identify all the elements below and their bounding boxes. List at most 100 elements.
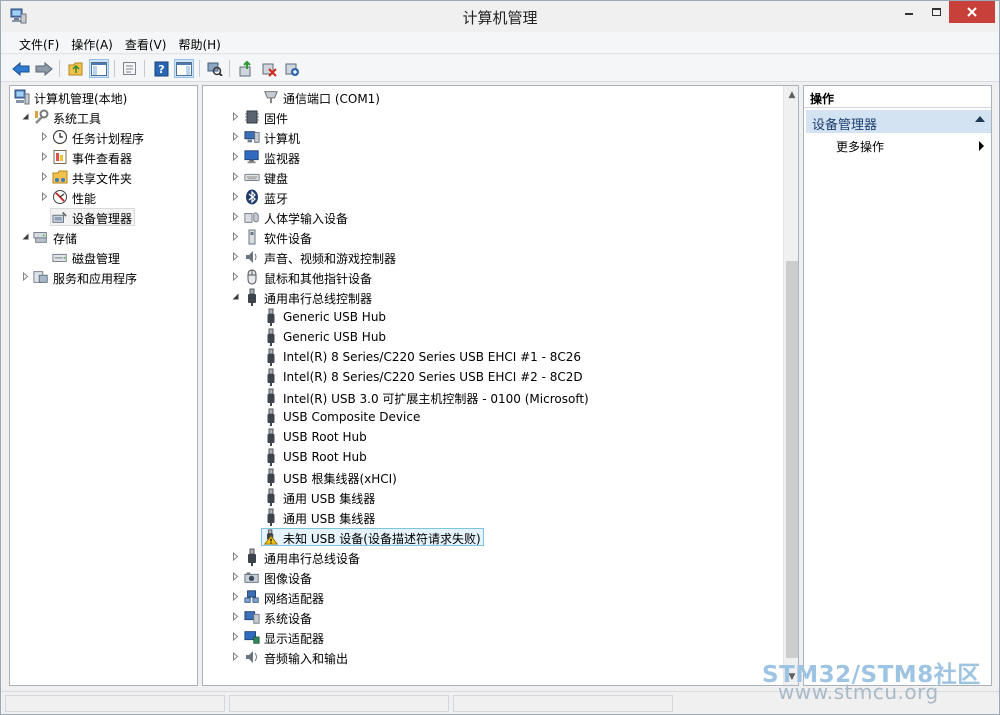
tree-expander[interactable] — [231, 212, 240, 221]
tree-expander[interactable] — [231, 132, 240, 141]
device-item[interactable]: Generic USB Hub — [203, 327, 781, 347]
task-scheduler-icon — [52, 129, 68, 145]
usb-device-icon — [263, 488, 279, 506]
minimize-button[interactable] — [895, 1, 923, 23]
tree-item[interactable]: 共享文件夹 — [10, 167, 197, 187]
expand-arrow-icon — [42, 192, 48, 201]
expand-arrow-icon — [233, 572, 239, 581]
tree-expander[interactable] — [40, 152, 49, 161]
device-item[interactable]: 软件设备 — [203, 227, 781, 247]
device-item[interactable]: 固件 — [203, 107, 781, 127]
status-segment — [453, 695, 673, 712]
device-item[interactable]: 计算机 — [203, 127, 781, 147]
tree-expander[interactable] — [231, 552, 240, 561]
tree-expander[interactable] — [231, 152, 240, 161]
device-item[interactable]: 通信端口 (COM1) — [203, 87, 781, 107]
scan-hardware-button[interactable] — [205, 59, 225, 78]
tree-item[interactable]: 存储 — [10, 227, 197, 247]
tree-item[interactable]: 服务和应用程序 — [10, 267, 197, 287]
up-folder-icon — [68, 62, 83, 76]
device-item[interactable]: Intel(R) 8 Series/C220 Series USB EHCI #… — [203, 367, 781, 387]
tree-expander[interactable] — [40, 132, 49, 141]
tree-item[interactable]: 磁盘管理 — [10, 247, 197, 267]
title-bar[interactable]: 计算机管理 — [1, 1, 999, 32]
tree-item[interactable]: 任务计划程序 — [10, 127, 197, 147]
tree-expander[interactable] — [231, 272, 240, 281]
tree-expander[interactable] — [231, 232, 240, 241]
tree-item-label: 鼠标和其他指针设备 — [264, 272, 373, 286]
tree-expander[interactable] — [40, 192, 49, 201]
device-item[interactable]: 音频输入和输出 — [203, 647, 781, 667]
show-tree-button[interactable] — [89, 59, 109, 78]
tree-expander[interactable] — [40, 172, 49, 181]
device-item[interactable]: USB 根集线器(xHCI) — [203, 467, 781, 487]
action-pane-button[interactable] — [174, 59, 194, 78]
tree-expander[interactable] — [231, 112, 240, 121]
submenu-arrow-icon[interactable] — [979, 141, 984, 151]
tree-expander[interactable] — [231, 292, 240, 301]
device-item[interactable]: Intel(R) USB 3.0 可扩展主机控制器 - 0100 (Micros… — [203, 387, 781, 407]
tree-item-label: 蓝牙 — [264, 192, 289, 206]
device-item[interactable]: 通用 USB 集线器 — [203, 507, 781, 527]
tree-item[interactable]: 性能 — [10, 187, 197, 207]
update-driver-button[interactable] — [236, 59, 256, 78]
menu-help[interactable]: 帮助(H) — [172, 32, 226, 54]
menu-file[interactable]: 文件(F) — [13, 32, 65, 54]
device-item[interactable]: 监视器 — [203, 147, 781, 167]
scrollbar-thumb[interactable] — [786, 261, 798, 658]
disable-device-button[interactable] — [259, 59, 279, 78]
device-item[interactable]: 蓝牙 — [203, 187, 781, 207]
tree-expander[interactable] — [231, 652, 240, 661]
vertical-scrollbar[interactable]: ▲ ▼ — [783, 86, 798, 685]
help-button[interactable]: ? — [151, 59, 171, 78]
device-item[interactable]: 键盘 — [203, 167, 781, 187]
tree-expander[interactable] — [21, 272, 30, 281]
uninstall-device-button[interactable] — [282, 59, 302, 78]
tree-item-label: 显示适配器 — [264, 632, 325, 646]
forward-button[interactable] — [34, 59, 54, 78]
device-item[interactable]: 显示适配器 — [203, 627, 781, 647]
tree-item[interactable]: 计算机管理(本地) — [10, 87, 197, 107]
device-item[interactable]: USB Composite Device — [203, 407, 781, 427]
tree-item[interactable]: 设备管理器 — [10, 207, 197, 227]
device-item[interactable]: 通用串行总线设备 — [203, 547, 781, 567]
device-item[interactable]: 系统设备 — [203, 607, 781, 627]
device-item[interactable]: 未知 USB 设备(设备描述符请求失败) — [203, 527, 781, 547]
device-manager-icon — [52, 209, 68, 225]
tree-expander[interactable] — [231, 612, 240, 621]
device-item[interactable]: 鼠标和其他指针设备 — [203, 267, 781, 287]
back-button[interactable] — [11, 59, 31, 78]
tree-expander[interactable] — [231, 172, 240, 181]
maximize-button[interactable] — [923, 1, 949, 23]
actions-section-device-manager[interactable]: 设备管理器 — [806, 110, 991, 133]
close-button[interactable] — [949, 1, 995, 23]
device-item[interactable]: Generic USB Hub — [203, 307, 781, 327]
tree-item-label: 图像设备 — [264, 572, 313, 586]
device-item[interactable]: 人体学输入设备 — [203, 207, 781, 227]
more-actions-link[interactable]: 更多操作 — [836, 138, 884, 155]
device-item[interactable]: 声音、视频和游戏控制器 — [203, 247, 781, 267]
tree-expander[interactable] — [21, 112, 30, 121]
collapse-caret-icon[interactable] — [975, 116, 985, 122]
menu-view[interactable]: 查看(V) — [119, 32, 173, 54]
device-item[interactable]: 通用 USB 集线器 — [203, 487, 781, 507]
device-item[interactable]: USB Root Hub — [203, 447, 781, 467]
tree-item[interactable]: 事件查看器 — [10, 147, 197, 167]
device-item[interactable]: USB Root Hub — [203, 427, 781, 447]
tree-expander[interactable] — [231, 192, 240, 201]
tree-expander[interactable] — [231, 592, 240, 601]
tree-expander[interactable] — [231, 252, 240, 261]
tree-expander[interactable] — [231, 632, 240, 641]
properties-button[interactable] — [119, 59, 139, 78]
tree-item[interactable]: 系统工具 — [10, 107, 197, 127]
device-item[interactable]: 通用串行总线控制器 — [203, 287, 781, 307]
device-item[interactable]: 图像设备 — [203, 567, 781, 587]
device-item[interactable]: 网络适配器 — [203, 587, 781, 607]
device-item[interactable]: Intel(R) 8 Series/C220 Series USB EHCI #… — [203, 347, 781, 367]
scroll-up-arrow-icon[interactable]: ▲ — [784, 86, 798, 103]
menu-action[interactable]: 操作(A) — [65, 32, 119, 54]
up-button[interactable] — [66, 59, 86, 78]
tree-expander[interactable] — [231, 572, 240, 581]
status-segment — [5, 695, 225, 712]
tree-expander[interactable] — [21, 232, 30, 241]
